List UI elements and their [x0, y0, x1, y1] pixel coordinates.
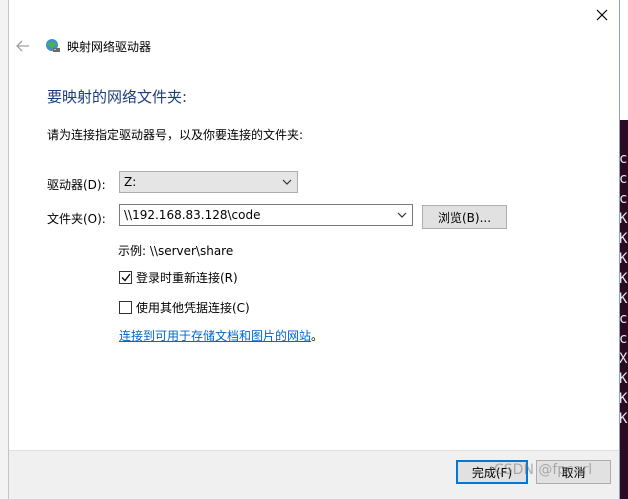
reconnect-option[interactable]: 登录时重新连接(R) [119, 269, 238, 286]
terminal-glyph: K [619, 391, 628, 407]
close-button[interactable] [591, 4, 613, 26]
terminal-glyph: c [619, 151, 628, 167]
drive-label: 驱动器(D): [47, 178, 106, 192]
instruction-text: 请为连接指定驱动器号，以及你要连接的文件夹: [47, 128, 304, 142]
checkmark-icon [121, 273, 131, 282]
terminal-glyph: K [619, 411, 628, 427]
dialog-header: 映射网络驱动器 [15, 36, 151, 56]
reconnect-label: 登录时重新连接(R) [136, 271, 238, 285]
drive-dropdown-arrow[interactable] [277, 172, 297, 192]
terminal-glyph: c [619, 191, 628, 207]
terminal-glyph: c [619, 311, 628, 327]
terminal-glyph: X [619, 351, 628, 367]
folder-input[interactable] [124, 208, 392, 222]
drive-select-value: Z: [124, 175, 137, 189]
dialog-footer: 完成(F) 取消 [9, 450, 619, 499]
terminal-glyph: c [619, 331, 628, 347]
folder-label: 文件夹(O): [47, 212, 106, 226]
folder-combobox[interactable] [119, 204, 413, 226]
terminal-glyph: c [619, 171, 628, 187]
website-link-row: 连接到可用于存储文档和图片的网站。 [119, 327, 323, 344]
network-drive-icon [46, 39, 60, 52]
example-text: 示例: \\server\share [118, 244, 234, 258]
page-heading: 要映射的网络文件夹: [47, 88, 188, 106]
terminal-glyph: K [619, 231, 628, 247]
terminal-glyph: K [619, 291, 628, 307]
drive-select[interactable]: Z: [119, 171, 298, 193]
reconnect-checkbox[interactable] [119, 271, 132, 284]
back-button[interactable] [15, 38, 31, 54]
folder-dropdown-arrow[interactable] [392, 205, 412, 225]
finish-button[interactable]: 完成(F) [456, 460, 528, 484]
terminal-glyph: K [619, 271, 628, 287]
terminal-glyph: K [619, 251, 628, 267]
terminal-glyph: K [619, 371, 628, 387]
website-link[interactable]: 连接到可用于存储文档和图片的网站 [119, 329, 311, 343]
other-credentials-checkbox[interactable] [119, 301, 132, 314]
browse-button[interactable]: 浏览(B)... [422, 205, 507, 229]
background-desktop-strip [0, 0, 8, 499]
chevron-down-icon [282, 179, 292, 185]
chevron-down-icon [397, 212, 407, 218]
other-credentials-label: 使用其他凭据连接(C) [136, 301, 250, 315]
terminal-glyph: K [619, 211, 628, 227]
close-icon [596, 9, 608, 21]
cancel-button[interactable]: 取消 [536, 460, 611, 484]
map-network-drive-dialog: 映射网络驱动器 要映射的网络文件夹: 请为连接指定驱动器号，以及你要连接的文件夹… [8, 0, 620, 499]
link-suffix: 。 [311, 329, 324, 343]
back-arrow-icon [16, 40, 29, 52]
other-credentials-option[interactable]: 使用其他凭据连接(C) [119, 299, 250, 316]
screen: cccKKKKKccXKKK 映射网络驱动器 要映射的网络文件夹: 请为连接指定… [0, 0, 628, 499]
dialog-title: 映射网络驱动器 [67, 39, 152, 54]
